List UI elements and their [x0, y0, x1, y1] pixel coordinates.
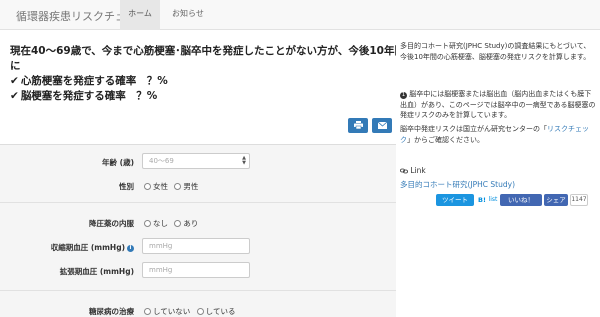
facebook-like-button[interactable]: いいね！ [500, 194, 542, 206]
headline-line1: 現在40～69歳で、今まで心筋梗塞･脳卒中を発症したことがない方が、今後10年間 [10, 45, 405, 57]
sidebar: 多目的コホート研究(JPHC Study)の調査結果にもとづいて、今後10年間の… [396, 31, 600, 317]
radio-icon[interactable] [144, 220, 151, 227]
mail-button[interactable] [372, 118, 392, 133]
diastolic-input[interactable]: mmHg [142, 262, 250, 278]
headline-line2: に [10, 60, 21, 72]
link-icon [400, 168, 408, 174]
bp-med-label: 降圧薬の内服 [89, 219, 134, 228]
sex-option-male[interactable]: 男性 [174, 182, 198, 191]
bp-med-option-yes-label: あり [183, 219, 199, 228]
form-row-divider [0, 202, 396, 203]
check-icon: ✔ [10, 90, 19, 102]
diabetes-radio-group: していない している [144, 306, 239, 317]
jphc-link[interactable]: 多目的コホート研究(JPHC Study) [400, 179, 515, 190]
tweet-button[interactable]: ツイート [436, 194, 474, 206]
bp-med-option-no[interactable]: なし [144, 219, 168, 228]
diabetes-label: 糖尿病の治療 [89, 307, 134, 316]
facebook-share-button[interactable]: シェア [544, 194, 568, 206]
hatena-list-link[interactable]: list [488, 194, 498, 206]
systolic-label-text: 収縮期血圧 (mmHg) [50, 243, 125, 252]
tab-news[interactable]: お知らせ [162, 0, 214, 30]
sex-option-female[interactable]: 女性 [144, 182, 168, 191]
share-count: 1147 [570, 194, 588, 206]
hatena-bookmark-button[interactable]: B! [476, 194, 488, 206]
radio-icon[interactable] [144, 183, 151, 190]
risk-heart-text: 心筋梗塞を発症する確率 ？% [20, 75, 168, 87]
sidebar-note2: 脳卒中発症リスクは国立がん研究センターの「リスクチェック」からご確認ください。 [400, 124, 596, 145]
form-row-divider [0, 290, 396, 291]
spinner-icon[interactable]: ▲ ▼ [242, 156, 246, 166]
radio-icon[interactable] [144, 308, 151, 315]
diastolic-placeholder: mmHg [149, 266, 173, 274]
systolic-label: 収縮期血圧 (mmHg) i [51, 242, 134, 253]
diabetes-option-yes-label: している [205, 307, 236, 316]
systolic-placeholder: mmHg [149, 242, 173, 250]
note2-suffix: 」からご確認ください。 [407, 135, 484, 144]
diabetes-option-no-label: していない [153, 307, 191, 316]
radio-icon[interactable] [174, 183, 182, 190]
sex-radio-group: 女性 男性 [144, 181, 202, 192]
risk-stroke-row: ✔ 脳梗塞を発症する確率 ？% [10, 89, 390, 104]
number-one-icon: 1 [400, 92, 407, 99]
diabetes-option-no[interactable]: していない [144, 307, 190, 316]
info-icon[interactable]: i [127, 245, 134, 252]
radio-icon[interactable] [196, 308, 204, 315]
bp-med-radio-group: なし あり [144, 218, 202, 229]
risk-heart-row: ✔ 心筋梗塞を発症する確率 ？% [10, 74, 390, 89]
risk-form: 年齢 (歳) 40～69 ▲ ▼ 性別 女性 男性 降圧薬の内服 なし あり 収縮… [0, 145, 396, 317]
radio-icon[interactable] [174, 220, 182, 227]
age-input[interactable]: 40～69 ▲ ▼ [142, 153, 250, 169]
diabetes-option-yes[interactable]: している [196, 307, 236, 316]
age-placeholder: 40～69 [149, 157, 174, 165]
sex-option-female-label: 女性 [153, 182, 168, 191]
top-navbar: 循環器疾患リスクチェック ホーム お知らせ [0, 0, 600, 30]
risk-stroke-text: 脳梗塞を発症する確率 ？% [20, 90, 158, 102]
sex-label: 性別 [119, 182, 134, 191]
bp-med-option-yes[interactable]: あり [174, 219, 198, 228]
check-icon: ✔ [10, 75, 19, 87]
tab-home[interactable]: ホーム [120, 0, 160, 30]
link-heading: Link [400, 166, 426, 175]
systolic-input[interactable]: mmHg [142, 238, 250, 254]
link-heading-text: Link [410, 166, 426, 175]
print-button[interactable] [348, 118, 368, 133]
diastolic-label: 拡張期血圧 (mmHg) [59, 267, 134, 276]
envelope-icon [377, 121, 387, 129]
bp-med-option-no-label: なし [153, 219, 168, 228]
sidebar-intro: 多目的コホート研究(JPHC Study)の調査結果にもとづいて、今後10年間の… [400, 42, 591, 61]
main-panel: 現在40～69歳で、今まで心筋梗塞･脳卒中を発症したことがない方が、今後10年間… [0, 31, 405, 317]
print-icon [353, 121, 363, 130]
headline: 現在40～69歳で、今まで心筋梗塞･脳卒中を発症したことがない方が、今後10年間… [10, 44, 405, 104]
sidebar-note: 1 脳卒中には脳梗塞または脳出血（脳内出血またはくも膜下出血）があり、このページ… [400, 89, 596, 121]
age-label: 年齢 (歳) [102, 158, 134, 167]
note2-prefix: 脳卒中発症リスクは国立がん研究センターの「 [400, 125, 547, 133]
sex-option-male-label: 男性 [183, 182, 199, 191]
sidebar-note-text: 脳卒中には脳梗塞または脳出血（脳内出血またはくも膜下出血）があり、このページでは… [400, 90, 596, 119]
